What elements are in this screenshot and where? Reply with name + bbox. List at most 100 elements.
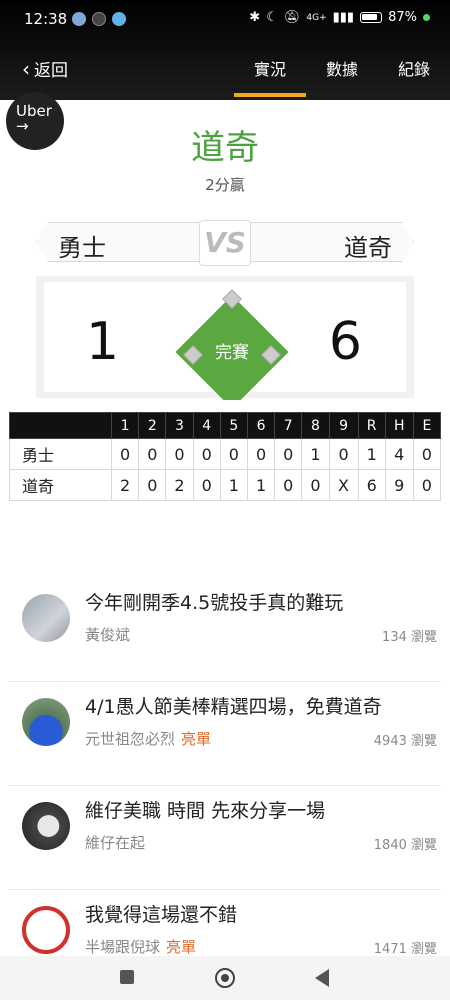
header-team xyxy=(9,412,112,439)
post-author: 半場跟倪球 亮單 xyxy=(85,938,197,956)
privacy-dot-icon xyxy=(423,14,430,21)
avatar xyxy=(22,698,70,746)
avatar xyxy=(22,802,70,850)
table-cell: 0 xyxy=(412,438,442,470)
post-author: 維仔在起 xyxy=(85,834,146,852)
signal-label: 4G+ xyxy=(306,12,327,23)
nav-bar: ‹ 返回 實況 數據 紀錄 xyxy=(0,52,450,92)
table-cell: X xyxy=(328,469,359,501)
matchup: 勇士 道奇 VS xyxy=(36,220,414,266)
table-cell: 0 xyxy=(110,438,140,470)
home-team-name: 道奇 xyxy=(344,234,392,262)
away-score: 1 xyxy=(86,312,120,372)
winner-team: 道奇 xyxy=(191,128,259,168)
table-cell: 0 xyxy=(246,438,276,470)
table-cell: 9 xyxy=(384,469,414,501)
home-button[interactable] xyxy=(215,968,235,988)
header-inning-2: 2 xyxy=(138,412,167,439)
score-board-inner: 1 6 完賽 xyxy=(44,282,406,400)
active-tab-indicator xyxy=(234,93,306,97)
table-row: 勇士 0 0 0 0 0 0 0 1 0 1 4 0 xyxy=(9,438,442,470)
header-inning-8: 8 xyxy=(301,412,330,439)
bluetooth-icon: ✱ xyxy=(249,10,261,25)
table-cell: 勇士 xyxy=(9,438,112,470)
avatar xyxy=(22,594,70,642)
post-author: 黃俊斌 xyxy=(85,626,131,644)
table-cell: 0 xyxy=(219,438,248,470)
post-views: 134 瀏覽 xyxy=(382,630,437,645)
tab-records[interactable]: 紀錄 xyxy=(378,56,450,80)
top-bar: 12:38 ✱ ☾ 🔕︎ 4G+ ▮▮▮ 87% ‹ 返回 實況 數據 紀錄 xyxy=(0,0,450,100)
header-inning-6: 6 xyxy=(246,412,276,439)
tab-stats[interactable]: 數據 xyxy=(306,56,378,80)
header-inning-3: 3 xyxy=(165,412,194,439)
back-label: 返回 xyxy=(34,61,68,81)
header-inning-4: 4 xyxy=(192,412,221,439)
system-nav-bar xyxy=(0,956,450,1000)
hot-tag: 亮單 xyxy=(166,938,197,956)
table-cell: 1 xyxy=(357,438,386,470)
post-title: 我覺得這場還不錯 xyxy=(85,904,238,926)
post-views: 4943 瀏覽 xyxy=(373,734,437,749)
table-cell: 4 xyxy=(384,438,414,470)
tab-bar: 實況 數據 紀錄 xyxy=(234,56,450,80)
table-cell: 0 xyxy=(274,438,303,470)
app-notification-icon xyxy=(112,12,126,26)
list-item[interactable]: 4/1愚人節美棒精選四場，免費道奇 元世祖忽必烈 亮單 4943 瀏覽 xyxy=(9,682,441,786)
baseball-diamond: 完賽 xyxy=(170,290,294,400)
status-time: 12:38 xyxy=(24,10,68,28)
list-item[interactable]: 維仔美職 時間 先來分享一場 維仔在起 1840 瀏覽 xyxy=(9,786,441,890)
table-cell: 0 xyxy=(412,469,442,501)
table-cell: 6 xyxy=(357,469,386,501)
table-cell: 2 xyxy=(110,469,140,501)
hot-tag: 亮單 xyxy=(181,730,212,748)
status-right: ✱ ☾ 🔕︎ 4G+ ▮▮▮ 87% xyxy=(249,10,430,25)
table-cell: 道奇 xyxy=(9,469,112,501)
notification-icon xyxy=(72,12,86,26)
header-inning-9: 9 xyxy=(328,412,359,439)
away-team-name: 勇士 xyxy=(58,234,106,262)
vs-badge: VS xyxy=(199,220,251,266)
battery-icon xyxy=(360,12,383,23)
score-board: 1 6 完賽 xyxy=(36,276,414,400)
signal-icon: ▮▮▮ xyxy=(332,10,355,25)
table-cell: 0 xyxy=(192,438,221,470)
post-title: 今年剛開季4.5號投手真的難玩 xyxy=(85,592,344,614)
avatar xyxy=(22,906,70,954)
post-views: 1471 瀏覽 xyxy=(373,942,437,957)
post-title: 維仔美職 時間 先來分享一場 xyxy=(85,800,326,822)
header-runs: R xyxy=(357,412,386,439)
box-score-table: 1 2 3 4 5 6 7 8 9 R H E 勇士 0 0 0 0 0 0 0… xyxy=(9,412,442,501)
header-inning-7: 7 xyxy=(274,412,303,439)
post-feed: 今年剛開季4.5號投手真的難玩 黃俊斌 134 瀏覽 4/1愚人節美棒精選四場，… xyxy=(0,578,450,994)
post-author: 元世祖忽必烈 亮單 xyxy=(85,730,212,748)
header-inning-5: 5 xyxy=(219,412,248,439)
tab-live[interactable]: 實況 xyxy=(234,56,306,80)
table-cell: 0 xyxy=(301,469,330,501)
header-errors: E xyxy=(412,412,442,439)
home-score: 6 xyxy=(328,312,362,372)
table-cell: 0 xyxy=(192,469,221,501)
back-triangle-icon[interactable] xyxy=(315,969,329,987)
table-cell: 1 xyxy=(246,469,276,501)
home-dot-icon xyxy=(221,974,229,982)
table-cell: 0 xyxy=(165,438,194,470)
recents-button[interactable] xyxy=(120,970,134,984)
header-inning-1: 1 xyxy=(110,412,140,439)
table-cell: 1 xyxy=(301,438,330,470)
battery-level: 87% xyxy=(388,10,417,25)
post-views: 1840 瀏覽 xyxy=(373,838,437,853)
table-cell: 0 xyxy=(138,469,167,501)
box-score-header-row: 1 2 3 4 5 6 7 8 9 R H E xyxy=(9,412,442,439)
post-title: 4/1愚人節美棒精選四場，免費道奇 xyxy=(85,696,382,718)
status-bar: 12:38 ✱ ☾ 🔕︎ 4G+ ▮▮▮ 87% xyxy=(0,0,450,40)
list-item[interactable]: 今年剛開季4.5號投手真的難玩 黃俊斌 134 瀏覽 xyxy=(9,578,441,682)
chevron-left-icon: ‹ xyxy=(22,56,30,81)
moon-icon: ☾ xyxy=(266,10,278,25)
uber-notification-icon xyxy=(92,12,106,26)
mute-icon: 🔕︎ xyxy=(283,10,301,25)
back-button[interactable]: ‹ 返回 xyxy=(22,56,68,82)
table-cell: 0 xyxy=(138,438,167,470)
table-cell: 0 xyxy=(274,469,303,501)
table-cell: 0 xyxy=(328,438,359,470)
